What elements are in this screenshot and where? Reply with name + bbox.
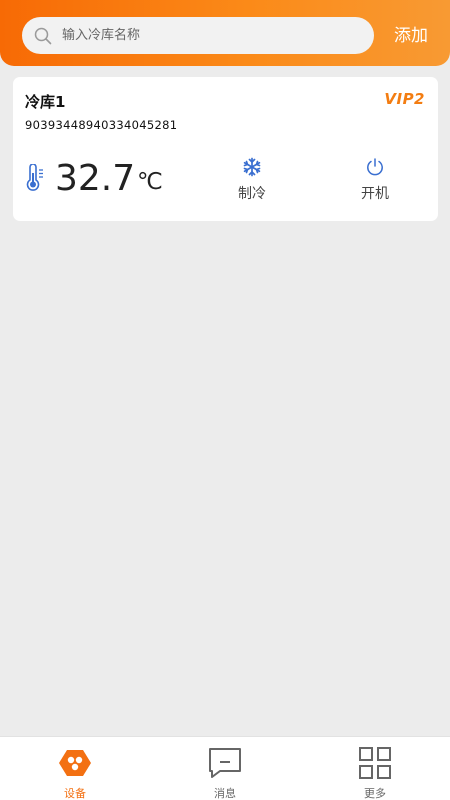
tab-more[interactable]: 更多: [300, 737, 450, 800]
device-id: 90393448940334045281: [25, 118, 178, 132]
vip-badge: VIP2: [384, 90, 425, 108]
tab-messages-label: 消息: [214, 787, 236, 800]
tab-devices[interactable]: 设备: [0, 737, 150, 800]
temperature-unit: ℃: [137, 169, 163, 195]
tab-messages[interactable]: 消息: [150, 737, 300, 800]
tab-more-label: 更多: [364, 787, 386, 800]
search-box[interactable]: [22, 17, 374, 54]
bottom-tab-bar: 设备 消息 更多: [0, 736, 450, 800]
mode-label: 制冷: [238, 186, 266, 202]
search-icon: [34, 27, 52, 45]
header-bar: 添加: [0, 0, 450, 66]
thermometer-icon: [26, 164, 43, 191]
power-label: 开机: [361, 186, 389, 202]
message-icon: [209, 748, 241, 778]
power-icon: [367, 158, 383, 176]
device-name: 冷库1: [25, 93, 66, 111]
snowflake-icon: [243, 157, 261, 177]
search-input[interactable]: [62, 17, 362, 54]
device-card[interactable]: 冷库1 VIP2 90393448940334045281 32.7 ℃ 制冷: [13, 77, 438, 221]
devices-hexagon-icon: [59, 750, 91, 776]
tab-devices-label: 设备: [64, 787, 86, 800]
power-control[interactable]: 开机: [345, 157, 405, 207]
add-button[interactable]: 添加: [386, 22, 436, 50]
grid-icon: [359, 747, 391, 779]
mode-control[interactable]: 制冷: [222, 157, 282, 207]
temperature-value: 32.7: [55, 158, 136, 199]
